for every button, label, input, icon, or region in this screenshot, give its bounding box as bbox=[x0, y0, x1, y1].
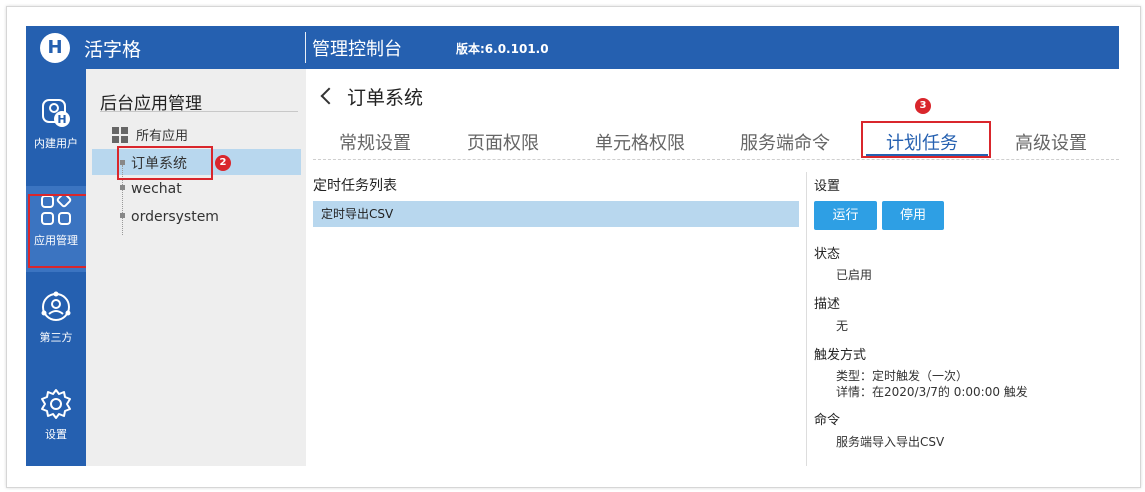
grid-icon bbox=[112, 127, 128, 143]
logo-icon: H bbox=[40, 33, 70, 63]
tree-item-label: ordersystem bbox=[131, 209, 219, 225]
tab-bar: 常规设置 页面权限 单元格权限 服务端命令 计划任务 高级设置 bbox=[313, 127, 1119, 160]
main-panel: 订单系统 3 常规设置 页面权限 单元格权限 服务端命令 计划任务 高级设置 定… bbox=[307, 69, 1119, 466]
task-list-row[interactable]: 定时导出CSV bbox=[313, 201, 799, 227]
task-list-title: 定时任务列表 bbox=[313, 178, 397, 194]
back-link[interactable]: 订单系统 bbox=[319, 83, 423, 110]
task-list-pane: 定时任务列表 定时导出CSV bbox=[313, 175, 803, 466]
user-h-icon: H bbox=[42, 99, 70, 127]
trigger-label: 触发方式 bbox=[814, 348, 867, 363]
description-value: 无 bbox=[836, 319, 849, 333]
gear-icon bbox=[41, 389, 71, 419]
tree-node-icon bbox=[120, 213, 125, 218]
status-value: 已启用 bbox=[836, 268, 873, 282]
top-bar: H 活字格 管理控制台 版本:6.0.101.0 bbox=[26, 26, 1119, 69]
tab-cell-permissions[interactable]: 单元格权限 bbox=[595, 129, 685, 155]
tree-item-wechat[interactable]: wechat bbox=[120, 181, 182, 197]
nav-label-builtin-users: 内建用户 bbox=[34, 137, 78, 150]
trigger-detail: 详情：在2020/3/7的 0:00:00 触发 bbox=[836, 385, 1028, 399]
description-label: 描述 bbox=[814, 297, 841, 312]
tab-server-commands[interactable]: 服务端命令 bbox=[740, 129, 830, 155]
app-window: H 活字格 管理控制台 版本:6.0.101.0 H 内建用户 应用管理 第三方… bbox=[26, 26, 1119, 466]
run-button[interactable]: 运行 bbox=[814, 201, 877, 230]
annotation-badge-2: 2 bbox=[215, 155, 231, 171]
command-label: 命令 bbox=[814, 413, 841, 428]
pane-divider bbox=[806, 172, 807, 466]
annotation-badge-3: 3 bbox=[915, 98, 931, 114]
console-title: 管理控制台 bbox=[312, 39, 402, 60]
tree-root-label: 所有应用 bbox=[136, 129, 189, 144]
header-divider bbox=[305, 32, 306, 63]
status-label: 状态 bbox=[814, 247, 841, 262]
left-nav: H 内建用户 应用管理 第三方 设置 bbox=[26, 69, 107, 466]
highlight-box-1 bbox=[28, 194, 88, 268]
nav-label-settings: 设置 bbox=[45, 428, 67, 441]
app-tree-panel: 后台应用管理 所有应用 订单系统 wechat ordersystem 2 bbox=[86, 69, 306, 466]
trigger-type: 类型：定时触发（一次） bbox=[836, 369, 969, 383]
tab-page-permissions[interactable]: 页面权限 bbox=[467, 129, 539, 155]
tree-item-label: wechat bbox=[131, 181, 182, 197]
tree-node-icon bbox=[120, 185, 125, 190]
page-title: 订单系统 bbox=[347, 87, 424, 109]
settings-pane: 设置 运行 停用 状态 已启用 描述 无 触发方式 类型：定时触发（一次） 详情… bbox=[814, 175, 1114, 466]
tree-divider bbox=[100, 111, 298, 112]
nav-item-builtin-users[interactable]: H 内建用户 bbox=[26, 89, 86, 175]
highlight-box-3 bbox=[861, 121, 991, 158]
nav-item-third-party[interactable]: 第三方 bbox=[26, 283, 86, 369]
third-party-icon bbox=[41, 291, 71, 321]
app-name: 活字格 bbox=[84, 39, 142, 61]
version-label: 版本:6.0.101.0 bbox=[456, 42, 549, 56]
nav-label-third-party: 第三方 bbox=[39, 331, 73, 344]
disable-button[interactable]: 停用 bbox=[882, 201, 944, 230]
highlight-box-2 bbox=[117, 146, 213, 180]
nav-item-settings[interactable]: 设置 bbox=[26, 380, 86, 466]
command-value: 服务端导入导出CSV bbox=[836, 435, 945, 449]
tab-advanced[interactable]: 高级设置 bbox=[1015, 129, 1087, 155]
tab-general[interactable]: 常规设置 bbox=[339, 129, 411, 155]
settings-title: 设置 bbox=[814, 179, 841, 194]
tree-root-all-apps[interactable]: 所有应用 bbox=[112, 125, 188, 144]
chevron-left-icon bbox=[320, 87, 338, 105]
svg-text:H: H bbox=[57, 113, 66, 126]
tree-item-ordersystem[interactable]: ordersystem bbox=[120, 209, 219, 225]
